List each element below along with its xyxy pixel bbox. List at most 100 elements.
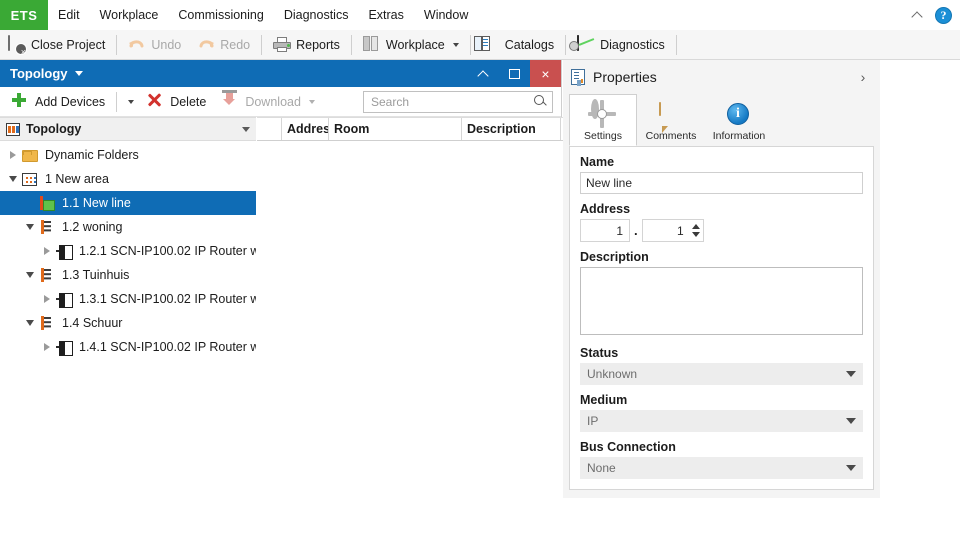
chevron-down-icon[interactable] — [242, 126, 250, 132]
expand-arrow-icon[interactable] — [38, 343, 56, 351]
topology-tree-header[interactable]: Topology — [0, 117, 256, 141]
catalogs-button[interactable]: Catalogs — [473, 31, 562, 59]
tab-settings[interactable]: Settings — [569, 94, 637, 146]
properties-title: Properties — [593, 69, 657, 85]
diagnostics-button[interactable]: Diagnostics — [569, 31, 673, 59]
workplace-button[interactable]: Workplace — [355, 31, 467, 59]
topology-close-button[interactable]: × — [530, 60, 561, 87]
tree-item-label: 1.1 New line — [62, 196, 131, 210]
tab-comments[interactable]: Comments — [637, 94, 705, 146]
catalogs-label: Catalogs — [504, 37, 555, 52]
stepper-down-icon[interactable] — [691, 232, 700, 237]
stepper-arrows[interactable] — [689, 220, 703, 241]
list-column-header[interactable]: Room — [329, 118, 462, 140]
add-devices-button[interactable]: Add Devices — [4, 88, 113, 116]
tree-item[interactable]: Dynamic Folders — [0, 143, 256, 167]
topology-maximize-button[interactable] — [499, 60, 530, 87]
topology-minimize-button[interactable] — [468, 60, 499, 87]
menu-item-extras[interactable]: Extras — [358, 0, 413, 30]
menu-item-diagnostics[interactable]: Diagnostics — [274, 0, 359, 30]
menu-item-window[interactable]: Window — [414, 0, 478, 30]
topology-toolbar: Add Devices Delete Download — [0, 87, 561, 117]
catalogs-icon — [473, 35, 500, 54]
expand-arrow-icon[interactable] — [38, 295, 56, 303]
close-project-button[interactable]: Close Project — [0, 31, 113, 59]
topology-list-pane: AddresRoomDescriptionApp — [257, 117, 611, 498]
collapse-arrow-icon[interactable] — [21, 224, 39, 230]
tree-item[interactable]: 1.1 New line — [0, 191, 256, 215]
tab-information[interactable]: i Information — [705, 94, 773, 146]
description-field[interactable] — [580, 267, 863, 335]
comment-icon — [659, 102, 683, 127]
tree-item[interactable]: 1.3.1 SCN-IP100.02 IP Router with e... — [0, 287, 256, 311]
download-label: Download — [245, 94, 301, 109]
medium-label: Medium — [580, 393, 628, 407]
search-icon[interactable] — [534, 95, 547, 108]
medium-select[interactable]: IP — [580, 410, 863, 432]
collapse-arrow-icon[interactable] — [4, 176, 22, 182]
name-label: Name — [580, 155, 615, 169]
topology-list-header: AddresRoomDescriptionApp — [257, 117, 611, 141]
tree-item-label: Dynamic Folders — [45, 148, 139, 162]
topology-list-body[interactable] — [257, 141, 611, 498]
topology-tree: Dynamic Folders 1 New area 1.1 New line 1.2… — [0, 141, 256, 498]
topology-panel: Topology × Add Devices Delete Download S… — [0, 60, 611, 498]
expand-arrow-icon[interactable] — [4, 151, 22, 159]
description-label: Description — [580, 250, 649, 264]
tree-item-label: 1.2.1 SCN-IP100.02 IP Router with e... — [79, 244, 256, 258]
list-column-header[interactable] — [257, 118, 282, 140]
device-icon — [56, 244, 73, 260]
line-icon — [39, 219, 56, 235]
tree-item[interactable]: 1.4.1 SCN-IP100.02 IP Router with e... — [0, 335, 256, 359]
collapse-arrow-icon[interactable] — [21, 272, 39, 278]
delete-button[interactable]: Delete — [139, 88, 214, 116]
search-input[interactable] — [369, 93, 534, 110]
reports-label: Reports — [296, 37, 340, 52]
list-column-header[interactable]: Addres — [282, 118, 329, 140]
tree-item[interactable]: 1.3 Tuinhuis — [0, 263, 256, 287]
tree-item-label: 1.3.1 SCN-IP100.02 IP Router with e... — [79, 292, 256, 306]
stepper-up-icon[interactable] — [691, 224, 700, 229]
undo-icon — [128, 37, 146, 53]
status-select[interactable]: Unknown — [580, 363, 863, 385]
chevron-down-icon[interactable] — [452, 42, 459, 47]
tree-item[interactable]: 1 New area — [0, 167, 256, 191]
undo-button[interactable]: Undo — [120, 31, 189, 59]
collapse-arrow-icon[interactable] — [21, 320, 39, 326]
ip-line-icon — [39, 195, 56, 211]
tree-item[interactable]: 1.4 Schuur — [0, 311, 256, 335]
add-devices-dropdown-button[interactable] — [120, 88, 139, 116]
reports-button[interactable]: Reports — [265, 31, 348, 59]
ets-logo-button[interactable]: ETS — [0, 0, 48, 30]
redo-label: Redo — [220, 37, 251, 52]
tree-item[interactable]: 1.2 woning — [0, 215, 256, 239]
help-icon[interactable]: ? — [935, 6, 952, 24]
expand-arrow-icon[interactable] — [38, 247, 56, 255]
diagnostics-icon — [577, 34, 595, 54]
tree-item[interactable]: 1.2.1 SCN-IP100.02 IP Router with e... — [0, 239, 256, 263]
list-column-header[interactable]: Description — [462, 118, 561, 140]
properties-icon — [571, 69, 585, 85]
download-button[interactable]: Download — [214, 88, 323, 116]
properties-collapse-button[interactable]: › — [854, 68, 872, 86]
search-box[interactable] — [363, 90, 553, 113]
topology-title-bar: Topology × — [0, 60, 561, 87]
redo-button[interactable]: Redo — [189, 31, 258, 59]
address-label: Address — [580, 202, 631, 216]
address-area-field[interactable]: 1 — [580, 219, 630, 242]
chevron-down-icon[interactable] — [308, 99, 315, 104]
chevron-down-icon[interactable] — [74, 71, 83, 76]
chevron-up-icon[interactable] — [911, 8, 925, 22]
topology-body: Topology Dynamic Folders 1 New area 1.1 Ne… — [0, 117, 611, 498]
address-line-stepper[interactable]: 1 — [641, 219, 704, 242]
menu-item-workplace[interactable]: Workplace — [90, 0, 169, 30]
bus-connection-select[interactable]: None — [580, 457, 863, 479]
tree-item-label: 1.3 Tuinhuis — [62, 268, 130, 282]
folder-icon — [22, 148, 39, 163]
menu-item-edit[interactable]: Edit — [48, 0, 90, 30]
menu-item-commissioning[interactable]: Commissioning — [168, 0, 273, 30]
name-field[interactable] — [580, 172, 863, 194]
